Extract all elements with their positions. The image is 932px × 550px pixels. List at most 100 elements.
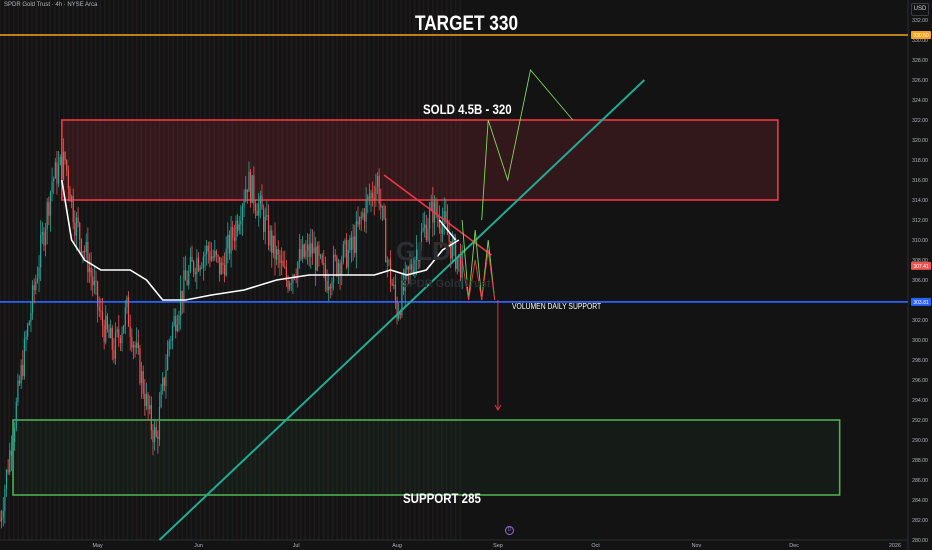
- candle-body: [40, 235, 42, 268]
- price-label: 307.41: [913, 264, 929, 270]
- y-tick-label: 326.00: [912, 78, 928, 84]
- candle-body: [48, 202, 50, 216]
- candle-body: [175, 316, 177, 331]
- candle-body: [70, 196, 73, 202]
- candle-body: [380, 203, 382, 208]
- candle-body: [302, 244, 304, 259]
- candle-body: [292, 275, 294, 284]
- candle-body: [82, 251, 84, 254]
- y-tick-label: 298.00: [912, 358, 928, 364]
- candle-body: [18, 380, 21, 384]
- candle-body: [87, 242, 89, 273]
- candle-body: [206, 245, 208, 254]
- candle-body: [28, 321, 30, 326]
- candle-body: [228, 235, 231, 254]
- candle-body: [67, 170, 69, 189]
- price-label: 303.81: [913, 300, 929, 306]
- candle-body: [209, 251, 211, 261]
- y-tick-label: 288.00: [912, 458, 928, 464]
- candle-body: [357, 221, 359, 225]
- candle-body: [118, 329, 120, 338]
- candle-body: [144, 393, 146, 406]
- candle-body: [33, 285, 35, 291]
- candle-body: [300, 249, 302, 259]
- candle-body: [258, 204, 260, 216]
- symbol-title[interactable]: SPDR Gold Trust · 4h · NYSE Arca: [4, 2, 97, 8]
- candle-body: [393, 284, 395, 286]
- candle-body: [188, 270, 190, 285]
- candle-body: [43, 232, 45, 246]
- candle-body: [152, 430, 154, 443]
- target-annotation: TARGET 330: [415, 12, 519, 35]
- candle-body: [223, 265, 226, 276]
- candle-body: [289, 283, 291, 289]
- candle-body: [168, 341, 170, 349]
- candle-body: [57, 164, 60, 184]
- candle-body: [225, 248, 227, 276]
- candle-body: [25, 336, 27, 339]
- candle-body: [236, 220, 239, 231]
- candle-body: [1, 516, 3, 521]
- y-tick-label: 314.00: [912, 198, 928, 204]
- dividend-icon[interactable]: D: [505, 526, 514, 535]
- candle-body: [69, 188, 71, 202]
- candle-body: [306, 244, 309, 251]
- candle-body: [31, 285, 34, 313]
- candle-body: [100, 310, 102, 312]
- candle-body: [114, 331, 117, 359]
- candle-body: [75, 217, 78, 236]
- x-tick-label: Aug: [392, 543, 402, 549]
- support-zone: [12, 419, 841, 496]
- candle-body: [84, 251, 86, 253]
- candle-body: [388, 260, 390, 262]
- candle-body: [251, 175, 253, 203]
- currency-button[interactable]: USD: [911, 3, 929, 16]
- y-tick-label: 286.00: [912, 478, 928, 484]
- candle-body: [88, 267, 91, 273]
- candle-body: [22, 365, 24, 376]
- candle-body: [59, 156, 61, 165]
- candle-body: [319, 255, 322, 257]
- candle-body: [329, 286, 331, 289]
- candle-body: [360, 216, 362, 218]
- candle-body: [119, 337, 122, 344]
- candle-body: [246, 189, 248, 192]
- price-chart[interactable]: 280.00 282.00 284.00 286.00 288.00 290.00 292.…: [0, 0, 932, 550]
- y-tick-label: 316.00: [912, 178, 928, 184]
- candle-body: [341, 262, 343, 275]
- candle-body: [129, 326, 131, 337]
- candle-body: [197, 257, 200, 271]
- candle-body: [44, 229, 47, 246]
- candle-body: [334, 254, 336, 257]
- candle-body: [456, 257, 458, 270]
- candle-body: [220, 262, 222, 275]
- candle-body: [230, 227, 232, 254]
- candle-body: [80, 239, 82, 254]
- y-tick-label: 296.00: [912, 378, 928, 384]
- candle-body: [176, 324, 178, 331]
- candle-body: [386, 260, 388, 263]
- candle-body: [248, 171, 250, 192]
- candle-body: [93, 280, 95, 286]
- candle-body: [210, 256, 213, 261]
- candle-body: [153, 427, 156, 443]
- candle-body: [407, 266, 410, 270]
- candle-body: [318, 245, 320, 256]
- candle-body: [266, 215, 268, 217]
- candle-body: [303, 244, 305, 257]
- candle-body: [61, 156, 63, 179]
- candle-body: [189, 256, 191, 271]
- candle-body: [256, 210, 258, 216]
- candle-body: [394, 284, 397, 301]
- candle-body: [280, 260, 283, 264]
- candle-body: [222, 262, 224, 266]
- candle-body: [235, 220, 237, 241]
- candle-body: [49, 191, 52, 216]
- candle-body: [4, 489, 6, 511]
- candle-body: [191, 256, 193, 262]
- candle-body: [165, 369, 167, 386]
- candle-body: [124, 307, 126, 326]
- x-tick-label: May: [93, 543, 103, 549]
- x-tick-label: 2026: [889, 543, 901, 549]
- candle-body: [254, 203, 257, 211]
